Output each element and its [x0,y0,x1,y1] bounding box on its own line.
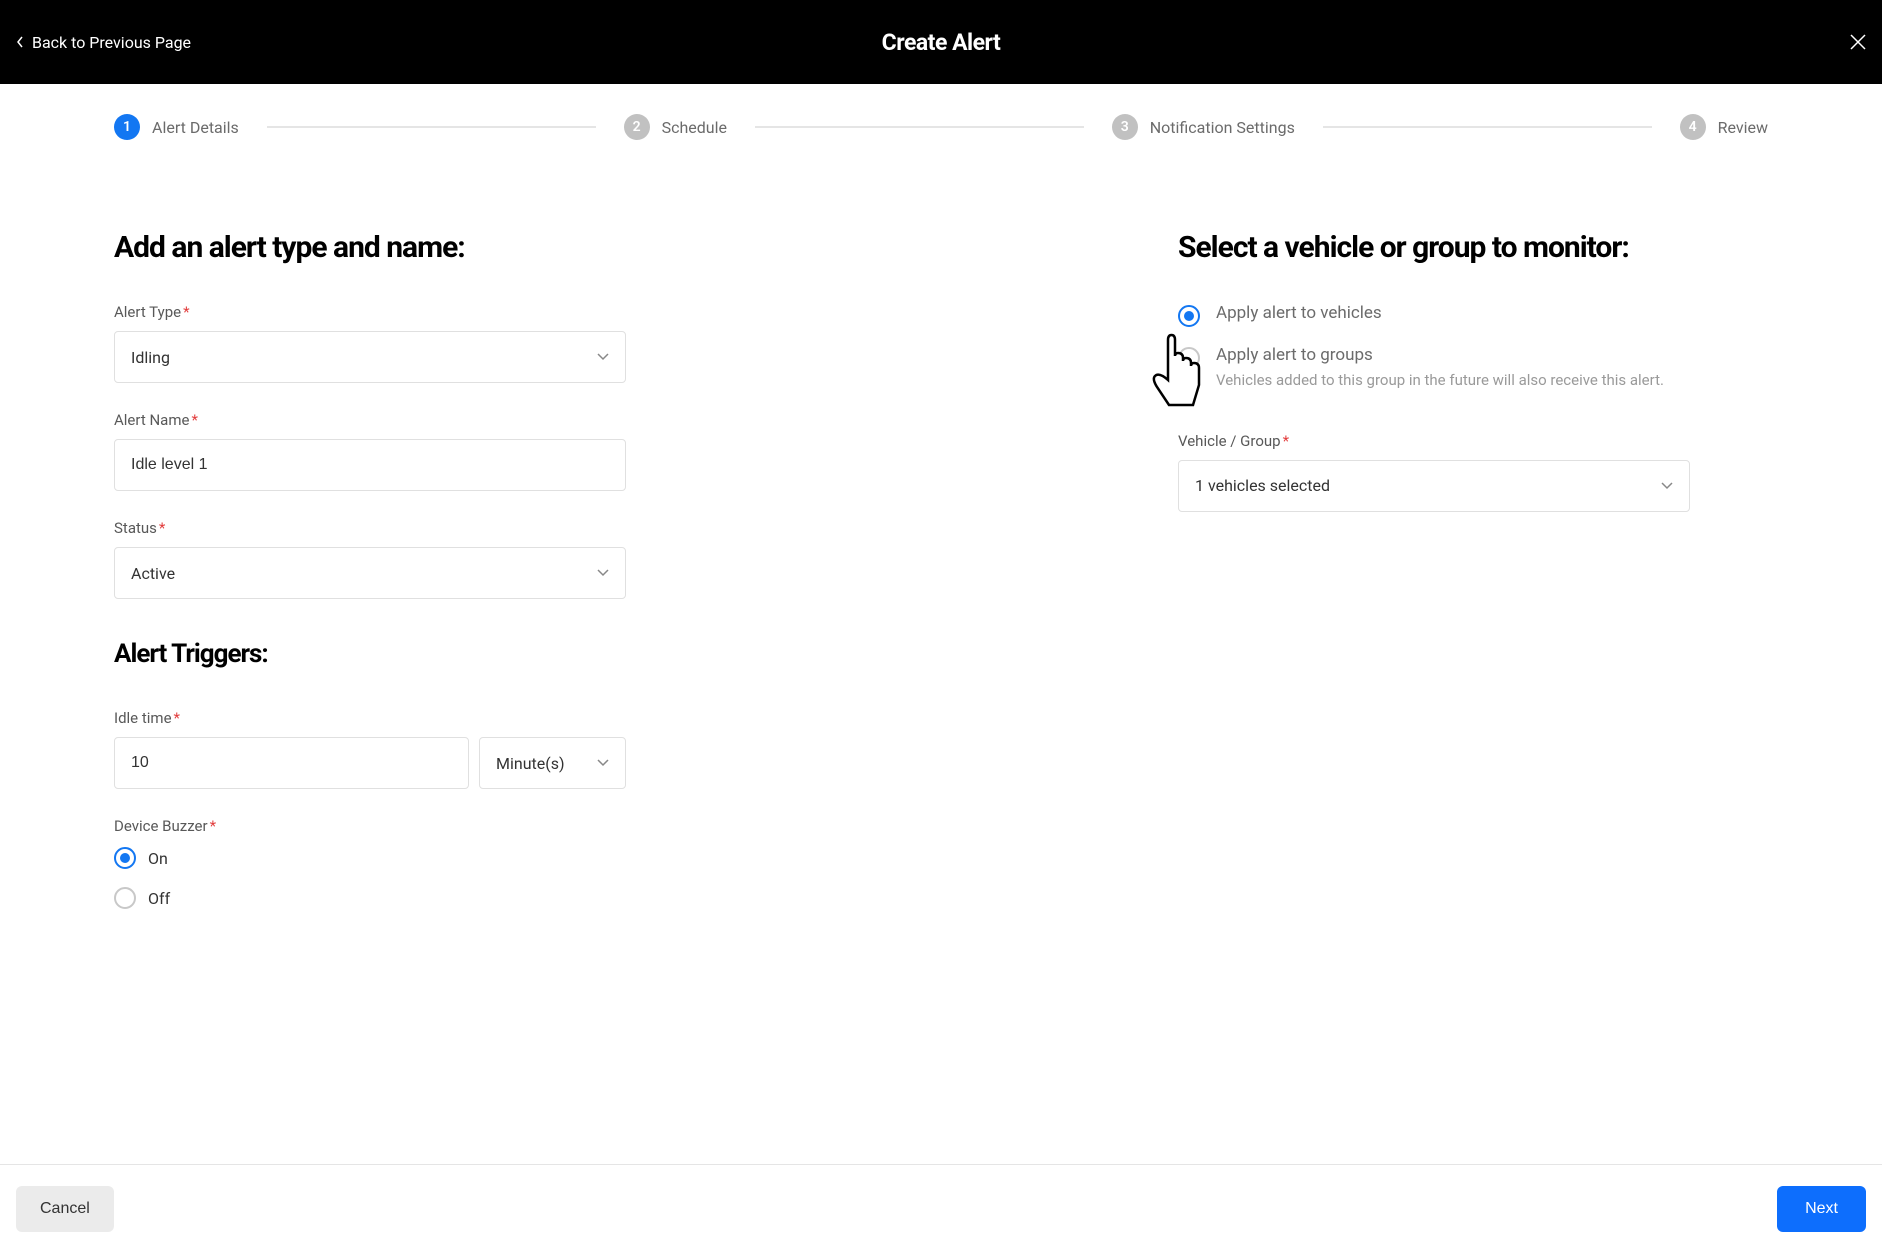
back-label: Back to Previous Page [32,33,191,52]
step-label: Notification Settings [1150,118,1295,137]
step-review[interactable]: 4 Review [1680,114,1768,140]
step-number: 4 [1680,114,1706,140]
chevron-down-icon [1661,482,1673,490]
step-divider [755,126,1084,128]
buzzer-on-label: On [148,849,168,868]
vehicle-group-select[interactable]: 1 vehicles selected [1178,460,1690,512]
step-number: 1 [114,114,140,140]
chevron-down-icon [597,353,609,361]
radio-icon [114,847,136,869]
device-buzzer-label: Device Buzzer* [114,817,1078,835]
step-label: Review [1718,118,1768,137]
stepper: 1 Alert Details 2 Schedule 3 Notificatio… [0,84,1882,140]
idle-time-input[interactable] [114,737,469,789]
apply-groups-radio[interactable]: Apply alert to groups Vehicles added to … [1178,345,1768,392]
step-alert-details[interactable]: 1 Alert Details [114,114,239,140]
apply-vehicles-radio[interactable]: Apply alert to vehicles [1178,303,1768,327]
chevron-left-icon [16,36,24,48]
step-number: 3 [1112,114,1138,140]
next-button[interactable]: Next [1777,1186,1866,1232]
vehicle-group-label: Vehicle / Group* [1178,432,1768,450]
status-value: Active [131,564,175,583]
step-label: Alert Details [152,118,239,137]
step-label: Schedule [662,118,727,137]
idle-time-unit-select[interactable]: Minute(s) [479,737,626,789]
alert-type-select[interactable]: Idling [114,331,626,383]
close-button[interactable] [1850,34,1866,50]
radio-icon [114,887,136,909]
page-title: Create Alert [882,29,1001,56]
alert-type-label: Alert Type* [114,303,1078,321]
status-select[interactable]: Active [114,547,626,599]
close-icon [1850,34,1866,50]
step-divider [1323,126,1652,128]
status-label: Status* [114,519,1078,537]
footer: Cancel Next [0,1164,1882,1252]
step-number: 2 [624,114,650,140]
buzzer-off-radio[interactable]: Off [114,887,1078,909]
chevron-down-icon [597,569,609,577]
alert-name-label: Alert Name* [114,411,1078,429]
step-schedule[interactable]: 2 Schedule [624,114,727,140]
chevron-down-icon [597,759,609,767]
apply-vehicles-label: Apply alert to vehicles [1216,303,1768,323]
radio-icon [1178,347,1200,369]
alert-type-value: Idling [131,348,170,367]
apply-groups-label: Apply alert to groups [1216,345,1768,365]
vehicle-group-value: 1 vehicles selected [1195,476,1330,495]
apply-groups-hint: Vehicles added to this group in the futu… [1216,369,1706,392]
back-button[interactable]: Back to Previous Page [16,33,191,52]
idle-time-unit-value: Minute(s) [496,754,565,773]
section-title-triggers: Alert Triggers: [114,639,1078,669]
idle-time-label: Idle time* [114,709,1078,727]
buzzer-on-radio[interactable]: On [114,847,1078,869]
step-divider [267,126,596,128]
step-notification-settings[interactable]: 3 Notification Settings [1112,114,1295,140]
header: Back to Previous Page Create Alert [0,0,1882,84]
section-title-vehicle-group: Select a vehicle or group to monitor: [1178,230,1768,265]
cancel-button[interactable]: Cancel [16,1186,114,1232]
buzzer-off-label: Off [148,889,170,908]
section-title-alert-type: Add an alert type and name: [114,230,1078,265]
alert-name-input[interactable] [114,439,626,491]
radio-icon [1178,305,1200,327]
